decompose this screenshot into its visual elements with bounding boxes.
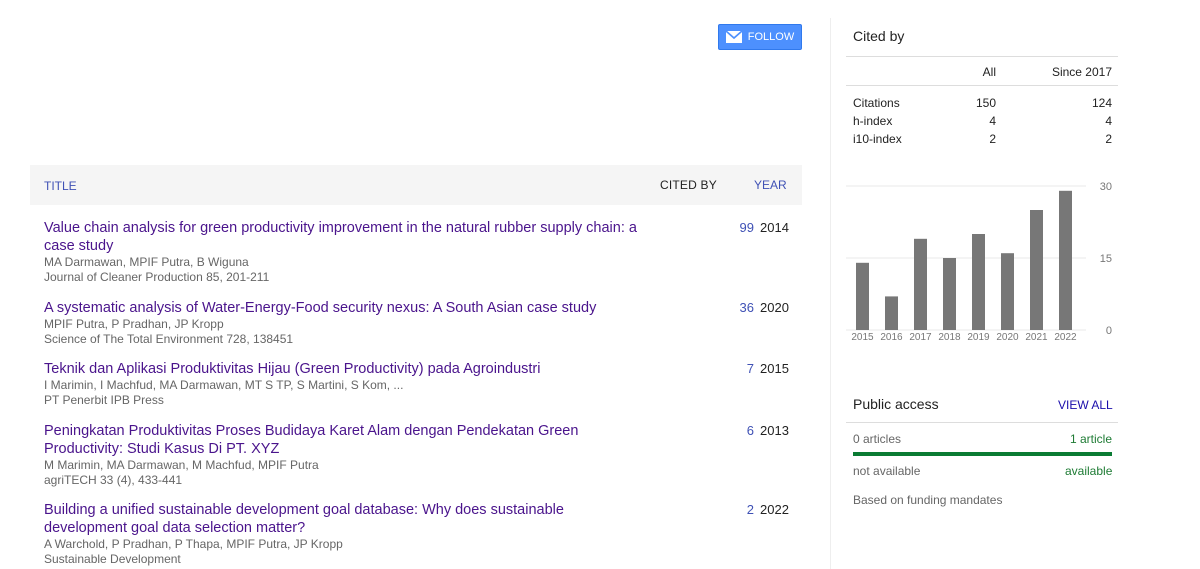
- article-year: 2022: [760, 502, 789, 517]
- col-all: All: [982, 65, 996, 79]
- article-authors: M Marimin, MA Darmawan, M Machfud, MPIF …: [44, 458, 319, 472]
- available-label: available: [1065, 464, 1113, 478]
- citation-bar-2015[interactable]: [856, 262, 869, 330]
- x-tick-label: 2016: [880, 332, 903, 343]
- x-tick-label: 2022: [1054, 332, 1077, 343]
- article-row: Teknik dan Aplikasi Produktivitas Hijau …: [44, 360, 804, 408]
- citation-bar-2019[interactable]: [972, 234, 985, 330]
- not-available-label: not available: [853, 464, 921, 478]
- article-title[interactable]: Value chain analysis for green productiv…: [44, 219, 644, 255]
- article-year: 2015: [760, 361, 789, 376]
- citation-bar-2016[interactable]: [885, 296, 898, 330]
- metric-since: 124: [1091, 96, 1112, 110]
- x-tick-label: 2015: [851, 332, 874, 343]
- cited-by-count[interactable]: 7: [704, 361, 754, 376]
- view-all-link[interactable]: VIEW ALL: [1058, 398, 1113, 412]
- cited-by-count[interactable]: 6: [704, 423, 754, 438]
- metric-all: 2: [989, 132, 996, 146]
- metric-since: 4: [1105, 114, 1112, 128]
- col-since: Since 2017: [1051, 65, 1112, 79]
- article-title[interactable]: Building a unified sustainable developme…: [44, 501, 644, 537]
- article-venue: PT Penerbit IPB Press: [44, 393, 164, 407]
- articles-table-header: TITLE CITED BY YEAR: [30, 165, 802, 205]
- article-row: Peningkatan Produktivitas Proses Budiday…: [44, 422, 804, 488]
- y-tick-label: 0: [1106, 325, 1112, 337]
- article-year: 2013: [760, 423, 789, 438]
- sort-by-year[interactable]: YEAR: [754, 178, 787, 192]
- article-authors: MPIF Putra, P Pradhan, JP Kropp: [44, 317, 224, 331]
- metric-since: 2: [1105, 132, 1112, 146]
- citation-bar-2022[interactable]: [1059, 190, 1072, 330]
- article-authors: A Warchold, P Pradhan, P Thapa, MPIF Put…: [44, 537, 343, 551]
- citation-bar-2021[interactable]: [1030, 210, 1043, 330]
- metric-label: i10-index: [853, 132, 902, 146]
- article-title[interactable]: Peningkatan Produktivitas Proses Budiday…: [44, 422, 644, 458]
- x-tick-label: 2018: [938, 332, 961, 343]
- article-row: A systematic analysis of Water-Energy-Fo…: [44, 299, 804, 347]
- citations-per-year-chart: 0 15 30 2015 2016 2017 2018 2019 2020 2021 2022: [846, 181, 1112, 343]
- follow-button[interactable]: FOLLOW: [718, 24, 802, 50]
- article-year: 2020: [760, 300, 789, 315]
- article-title[interactable]: A systematic analysis of Water-Energy-Fo…: [44, 299, 644, 317]
- x-tick-label: 2020: [996, 332, 1019, 343]
- article-row: Value chain analysis for green productiv…: [44, 219, 804, 285]
- metric-label: Citations: [853, 96, 900, 110]
- citation-bar-2020[interactable]: [1001, 253, 1014, 330]
- article-venue: agriTECH 33 (4), 433-441: [44, 473, 183, 487]
- sort-by-title[interactable]: TITLE: [44, 179, 77, 193]
- cited-by-count[interactable]: 2: [704, 502, 754, 517]
- article-authors: I Marimin, I Machfud, MA Darmawan, MT S …: [44, 378, 404, 392]
- availability-bar: [853, 452, 1112, 456]
- metric-all: 150: [975, 96, 996, 110]
- available-count[interactable]: 1 article: [1070, 432, 1112, 446]
- x-tick-label: 2019: [967, 332, 990, 343]
- citation-bar-2018[interactable]: [943, 258, 956, 330]
- metric-label: h-index: [853, 114, 893, 128]
- y-tick-label: 15: [1100, 253, 1112, 265]
- citation-metrics-table: All Since 2017 Citations 150 124 h-index…: [846, 56, 1118, 148]
- cited-by-title: Cited by: [853, 28, 905, 44]
- article-title[interactable]: Teknik dan Aplikasi Produktivitas Hijau …: [44, 360, 644, 378]
- mail-icon: [725, 31, 742, 43]
- public-access-divider: [846, 422, 1118, 423]
- metric-all: 4: [989, 114, 996, 128]
- article-row: Building a unified sustainable developme…: [44, 501, 804, 567]
- metric-row: Citations 150 124: [846, 94, 1118, 112]
- article-venue: Science of The Total Environment 728, 13…: [44, 332, 294, 346]
- citation-bar-2017[interactable]: [914, 238, 927, 330]
- sort-by-cited[interactable]: CITED BY: [660, 178, 717, 192]
- cited-by-count[interactable]: 36: [704, 300, 754, 315]
- metrics-header: All Since 2017: [846, 56, 1118, 86]
- x-tick-label: 2017: [909, 332, 932, 343]
- metric-row: i10-index 2 2: [846, 130, 1118, 148]
- article-venue: Sustainable Development: [44, 552, 181, 566]
- not-available-count[interactable]: 0 articles: [853, 432, 901, 446]
- article-year: 2014: [760, 220, 789, 235]
- article-venue: Journal of Cleaner Production 85, 201-21…: [44, 270, 270, 284]
- public-access-title: Public access: [853, 396, 939, 412]
- x-tick-label: 2021: [1025, 332, 1048, 343]
- funding-mandates-note: Based on funding mandates: [853, 493, 1003, 507]
- cited-by-count[interactable]: 99: [704, 220, 754, 235]
- article-authors: MA Darmawan, MPIF Putra, B Wiguna: [44, 255, 249, 269]
- y-tick-label: 30: [1100, 181, 1112, 193]
- metric-row: h-index 4 4: [846, 112, 1118, 130]
- column-divider: [830, 18, 831, 569]
- follow-label: FOLLOW: [747, 31, 795, 43]
